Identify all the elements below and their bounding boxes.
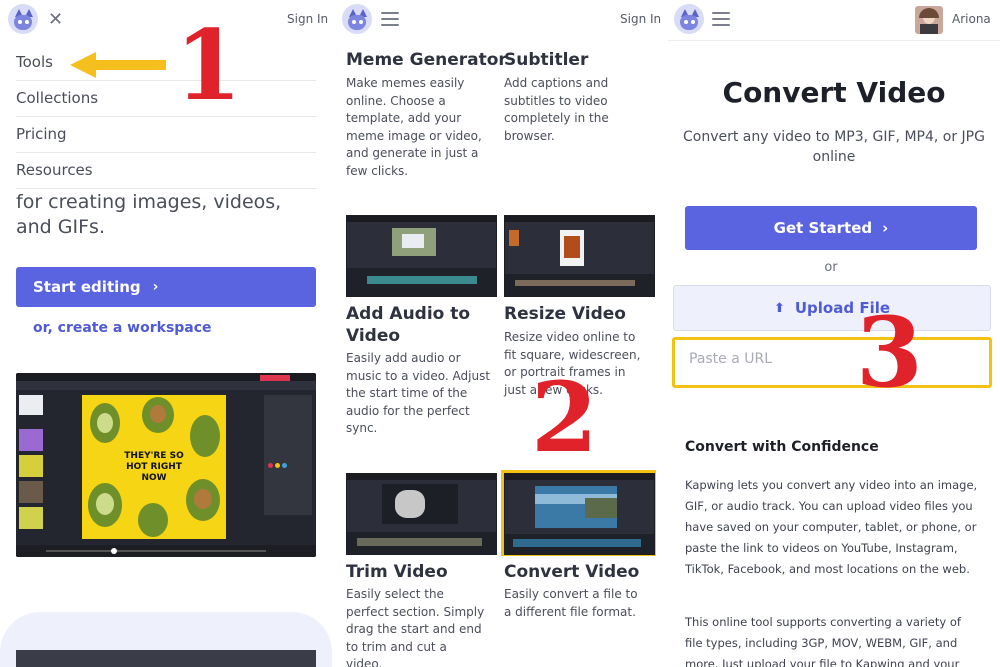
step-number-1: 1 xyxy=(175,9,242,122)
user-avatar[interactable] xyxy=(915,6,943,34)
panel-convert-video: Ariona Convert Video Convert any video t… xyxy=(668,0,1000,667)
menu-item-collections[interactable]: Collections xyxy=(16,80,316,117)
tool-title-trim-video[interactable]: Trim Video xyxy=(346,561,448,583)
hero-text: for creating images, videos, and GIFs. xyxy=(16,191,282,238)
arrow-left-icon xyxy=(70,52,166,78)
editor-overlay-text: THEY'RE SO HOT RIGHT NOW xyxy=(124,451,184,483)
editor-canvas: THEY'RE SO HOT RIGHT NOW xyxy=(82,395,226,539)
get-started-label: Get Started xyxy=(773,219,873,237)
top-bar: Ariona xyxy=(668,0,1000,41)
start-editing-label: Start editing xyxy=(33,278,141,296)
tool-desc-trim-video: Easily select the perfect section. Simpl… xyxy=(346,587,485,667)
step-number-2: 2 xyxy=(531,361,598,474)
panel-tools: Sign In Meme Generator Make memes easily… xyxy=(336,0,664,667)
kapwing-logo-icon[interactable] xyxy=(342,4,372,34)
tool-desc-meme-generator: Make memes easily online. Choose a templ… xyxy=(346,76,482,178)
page-title: Convert Video xyxy=(722,76,946,109)
menu-item-pricing[interactable]: Pricing xyxy=(16,116,316,153)
step-number-3: 3 xyxy=(856,296,923,409)
upload-icon: ⬆ xyxy=(773,300,785,316)
tool-title-add-audio[interactable]: Add Audio to Video xyxy=(346,303,496,347)
tool-desc-add-audio: Easily add audio or music to a video. Ad… xyxy=(346,351,491,435)
second-preview-image xyxy=(16,650,316,667)
hamburger-menu-icon[interactable] xyxy=(381,12,399,26)
top-bar: Sign In xyxy=(336,0,664,40)
or-separator: or xyxy=(824,260,838,275)
tool-desc-subtitler: Add captions and subtitles to video comp… xyxy=(504,76,609,143)
tool-title-meme-generator[interactable]: Meme Generator xyxy=(346,49,507,71)
resize-video-thumbnail[interactable] xyxy=(504,215,655,297)
tool-title-subtitler[interactable]: Subtitler xyxy=(504,49,588,71)
create-workspace-link[interactable]: or, create a workspace xyxy=(33,320,212,336)
get-started-button[interactable]: Get Started › xyxy=(685,206,977,250)
top-bar: ✕ Sign In xyxy=(0,0,332,40)
sign-in-link[interactable]: Sign In xyxy=(287,12,328,26)
tool-title-convert-video[interactable]: Convert Video xyxy=(504,561,639,583)
close-icon[interactable]: ✕ xyxy=(48,9,63,30)
convert-video-thumbnail[interactable] xyxy=(504,473,655,555)
tool-desc-convert-video: Easily convert a file to a different fil… xyxy=(504,587,638,619)
paragraph-1: Kapwing lets you convert any video into … xyxy=(685,478,978,576)
sign-in-link[interactable]: Sign In xyxy=(620,12,661,26)
kapwing-logo-icon[interactable] xyxy=(674,4,704,34)
menu-item-tools[interactable]: Tools xyxy=(16,44,316,81)
kapwing-logo-icon[interactable] xyxy=(8,4,38,34)
page-subtitle: Convert any video to MP3, GIF, MP4, or J… xyxy=(683,129,985,165)
upload-file-button[interactable]: ⬆ Upload File xyxy=(673,285,991,331)
username-label[interactable]: Ariona xyxy=(952,12,991,26)
editor-preview-image: THEY'RE SO HOT RIGHT NOW xyxy=(16,373,316,557)
start-editing-button[interactable]: Start editing › xyxy=(16,267,316,307)
tool-title-resize-video[interactable]: Resize Video xyxy=(504,303,626,325)
chevron-right-icon: › xyxy=(882,219,889,237)
trim-video-thumbnail[interactable] xyxy=(346,473,497,555)
menu-item-resources[interactable]: Resources xyxy=(16,152,316,189)
chevron-right-icon: › xyxy=(152,279,159,295)
paragraph-2: This online tool supports converting a v… xyxy=(685,615,961,667)
section-heading: Convert with Confidence xyxy=(685,439,879,455)
add-audio-thumbnail[interactable] xyxy=(346,215,497,297)
url-input-frame xyxy=(672,337,992,388)
hamburger-menu-icon[interactable] xyxy=(712,12,730,26)
panel-menu: ✕ Sign In Tools Collections Pricing Reso… xyxy=(0,0,332,667)
